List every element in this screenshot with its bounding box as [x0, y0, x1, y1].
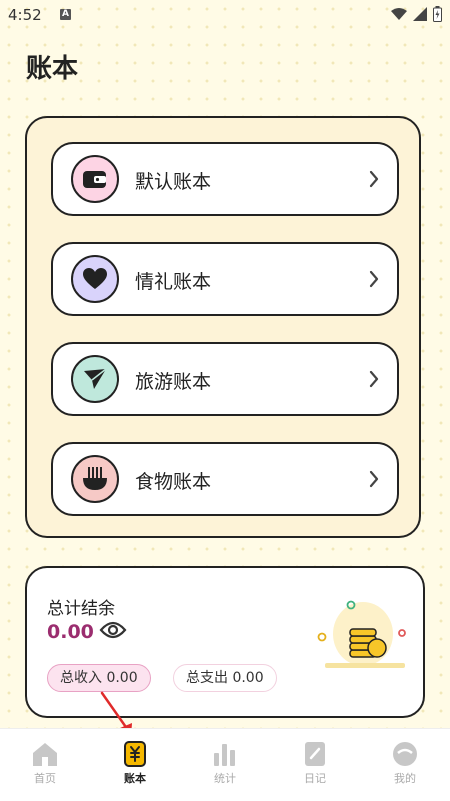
- chevron-right-icon: [369, 370, 379, 388]
- wallet-icon: [71, 155, 119, 203]
- chevron-right-icon: [369, 170, 379, 188]
- tab-label: 首页: [34, 772, 56, 785]
- summary-card: 总计结余 0.00 总收入 0.00 总支出 0.00: [25, 566, 425, 718]
- tab-label: 统计: [214, 772, 236, 785]
- chevron-right-icon: [369, 470, 379, 488]
- book-item-food[interactable]: 食物账本: [51, 442, 399, 516]
- tab-profile[interactable]: 我的: [375, 741, 435, 786]
- book-label: 情礼账本: [135, 271, 212, 293]
- tab-label: 账本: [124, 772, 146, 785]
- profile-icon: [393, 742, 417, 766]
- status-time: 4:52: [8, 6, 42, 24]
- status-icons: [391, 6, 442, 22]
- status-bar: 4:52 A: [0, 0, 450, 32]
- summary-title: 总计结余: [47, 599, 115, 619]
- tab-statistics[interactable]: 统计: [195, 741, 255, 786]
- diary-icon: [305, 742, 325, 766]
- book-label: 默认账本: [135, 171, 212, 193]
- book-item-gift[interactable]: 情礼账本: [51, 242, 399, 316]
- tab-ledger[interactable]: 账本: [105, 741, 165, 786]
- total-income-pill[interactable]: 总收入 0.00: [47, 664, 151, 692]
- notification-a-icon: A: [60, 9, 71, 20]
- coins-icon: [317, 600, 406, 668]
- chevron-right-icon: [369, 270, 379, 288]
- tab-home[interactable]: 首页: [15, 741, 75, 786]
- book-item-default[interactable]: 默认账本: [51, 142, 399, 216]
- eye-icon[interactable]: [99, 620, 127, 640]
- account-books-panel: 默认账本 情礼账本 旅游账本 食物账本: [25, 116, 421, 538]
- bar-chart-icon: [214, 744, 235, 766]
- paper-plane-icon: [71, 355, 119, 403]
- signal-icon: [413, 7, 427, 21]
- balance-amount: 0.00: [47, 621, 94, 643]
- book-item-travel[interactable]: 旅游账本: [51, 342, 399, 416]
- ledger-icon: [124, 741, 146, 767]
- heart-icon: [71, 255, 119, 303]
- book-label: 食物账本: [135, 471, 212, 493]
- home-icon: [33, 743, 57, 766]
- tab-diary[interactable]: 日记: [285, 741, 345, 786]
- noodle-bowl-icon: [71, 455, 119, 503]
- total-expense-pill[interactable]: 总支出 0.00: [173, 664, 277, 692]
- book-label: 旅游账本: [135, 371, 212, 393]
- wifi-icon: [391, 8, 407, 20]
- battery-icon: [433, 6, 442, 22]
- page-title: 账本: [26, 54, 79, 84]
- bottom-tab-bar: 首页 账本 统计 日记 我的: [0, 728, 450, 801]
- tab-label: 日记: [304, 772, 326, 785]
- tab-label: 我的: [394, 772, 416, 785]
